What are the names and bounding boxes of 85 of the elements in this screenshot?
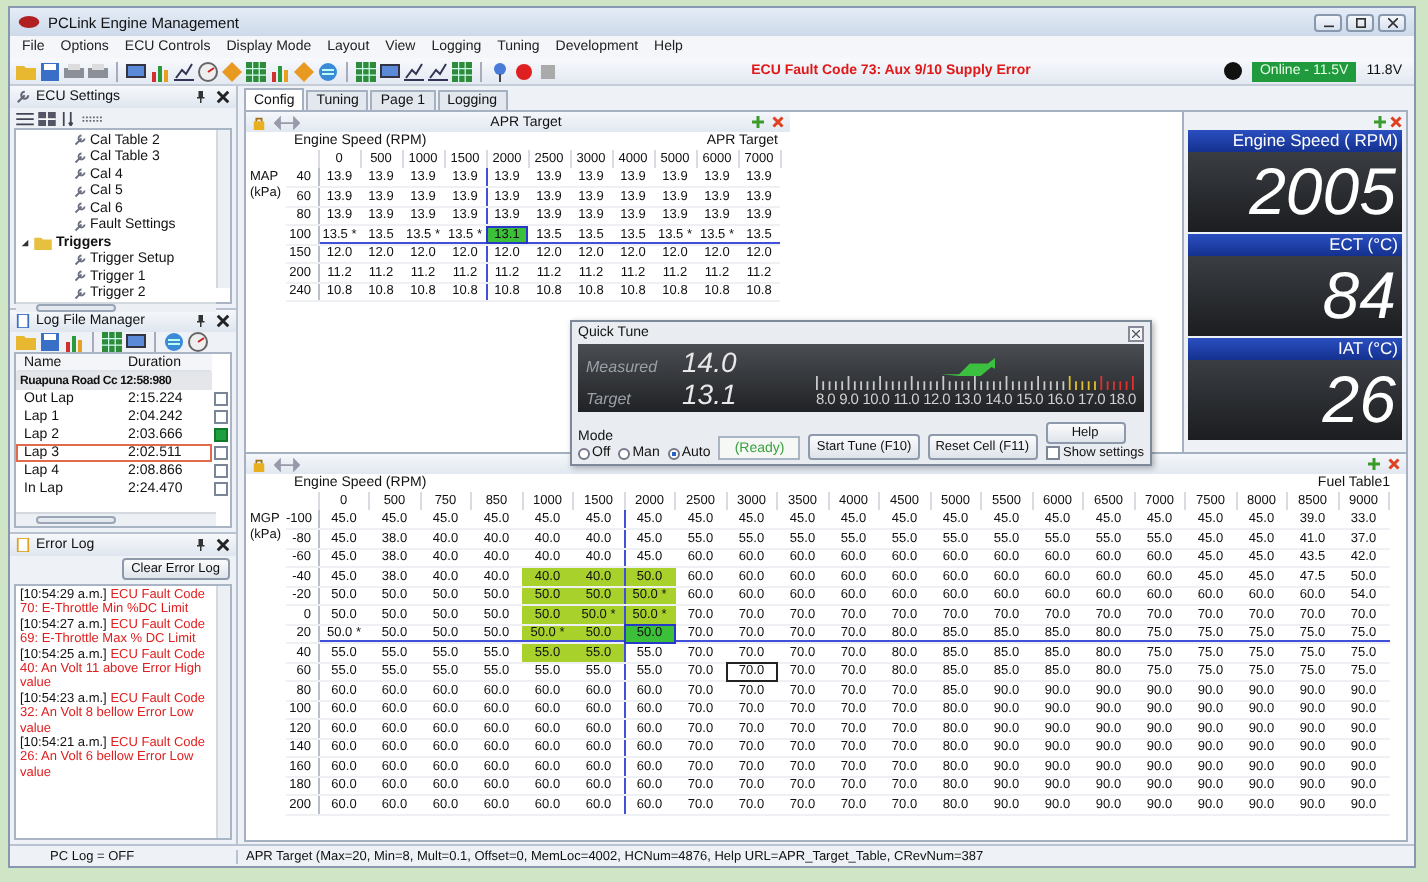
pin-icon[interactable] bbox=[194, 90, 206, 104]
printer-icon[interactable] bbox=[88, 61, 108, 81]
scrollbar[interactable] bbox=[216, 130, 230, 288]
gauge-label: Engine Speed ( RPM) bbox=[1188, 130, 1402, 152]
printer-icon[interactable] bbox=[64, 61, 84, 81]
app-logo-icon bbox=[18, 16, 40, 28]
line-chart-icon[interactable] bbox=[404, 61, 424, 81]
wrench-icon bbox=[74, 219, 86, 232]
grid-icon[interactable] bbox=[452, 61, 472, 81]
close-button[interactable] bbox=[1378, 13, 1406, 31]
maximize-button[interactable] bbox=[1346, 13, 1374, 31]
gauge-value: 84 bbox=[1188, 256, 1402, 336]
close-icon[interactable] bbox=[216, 314, 230, 328]
monitor-icon[interactable] bbox=[126, 61, 146, 81]
record-icon[interactable] bbox=[514, 61, 534, 81]
globe-icon[interactable] bbox=[318, 61, 338, 81]
checkbox[interactable] bbox=[214, 482, 228, 496]
document-icon bbox=[16, 538, 30, 552]
line-chart-icon[interactable] bbox=[174, 61, 194, 81]
step-arrow-icon bbox=[940, 358, 996, 376]
pin-icon[interactable] bbox=[194, 538, 206, 552]
grid-view-icon[interactable] bbox=[38, 111, 56, 125]
close-icon[interactable] bbox=[216, 90, 230, 104]
checkbox[interactable] bbox=[214, 464, 228, 478]
arrows-icon[interactable] bbox=[274, 115, 300, 129]
stop-icon[interactable] bbox=[538, 61, 558, 81]
sort-icon[interactable] bbox=[60, 111, 78, 125]
lock-icon[interactable] bbox=[252, 457, 266, 471]
save-icon[interactable] bbox=[40, 332, 60, 352]
gauge-label: IAT (°C) bbox=[1188, 338, 1402, 360]
target-value: 13.1 bbox=[682, 378, 737, 410]
bar-chart-icon[interactable] bbox=[270, 61, 290, 81]
collapse-arrow-icon[interactable] bbox=[20, 237, 30, 248]
monitor-icon[interactable] bbox=[126, 332, 146, 352]
close-icon[interactable] bbox=[216, 538, 230, 552]
checkbox[interactable] bbox=[214, 428, 228, 442]
wrench-icon bbox=[74, 270, 86, 283]
radio-button[interactable] bbox=[578, 447, 590, 459]
checkbox[interactable] bbox=[214, 446, 228, 460]
add-icon[interactable] bbox=[752, 116, 764, 128]
maximize-icon bbox=[1355, 17, 1365, 27]
lock-icon[interactable] bbox=[252, 115, 266, 129]
wrench-icon bbox=[74, 185, 86, 198]
globe-icon[interactable] bbox=[164, 332, 184, 352]
wrench-icon bbox=[74, 287, 86, 300]
close-icon bbox=[1387, 17, 1397, 27]
gauge-icon[interactable] bbox=[188, 332, 208, 352]
wrench-icon bbox=[74, 202, 86, 215]
line-chart-icon[interactable] bbox=[428, 61, 448, 81]
wrench-icon bbox=[16, 90, 30, 104]
bar-chart-icon[interactable] bbox=[64, 332, 84, 352]
checkbox[interactable] bbox=[214, 392, 228, 406]
scrollbar[interactable] bbox=[16, 512, 216, 526]
add-icon[interactable] bbox=[1368, 458, 1380, 470]
save-icon[interactable] bbox=[40, 61, 60, 81]
wrench-icon bbox=[74, 253, 86, 266]
wrench-icon bbox=[74, 151, 86, 164]
close-icon bbox=[1132, 329, 1140, 337]
wrench-icon bbox=[74, 134, 86, 147]
gauge-label: ECT (°C) bbox=[1188, 234, 1402, 256]
list-view-icon[interactable] bbox=[16, 111, 34, 125]
measured-value: 14.0 bbox=[682, 346, 737, 378]
grid-icon[interactable] bbox=[246, 61, 266, 81]
display-label: Measured bbox=[586, 358, 660, 376]
gauge-icon[interactable] bbox=[198, 61, 218, 81]
bar-chart-icon[interactable] bbox=[150, 61, 170, 81]
add-icon[interactable] bbox=[1374, 115, 1386, 127]
gauge-value: 2005 bbox=[1188, 152, 1402, 232]
scrollbar[interactable] bbox=[216, 586, 230, 838]
wrench-icon bbox=[74, 168, 86, 181]
close-button[interactable] bbox=[1128, 325, 1144, 341]
radio-button[interactable] bbox=[618, 447, 631, 459]
radio-button[interactable] bbox=[667, 447, 680, 459]
pin-icon[interactable] bbox=[194, 314, 206, 328]
pushpin-icon[interactable] bbox=[490, 61, 510, 81]
checkbox[interactable] bbox=[1045, 446, 1060, 460]
status-indicator bbox=[1223, 62, 1242, 80]
display-label: Target bbox=[586, 390, 633, 408]
checkbox[interactable] bbox=[214, 410, 228, 424]
arrows-icon[interactable] bbox=[274, 457, 300, 471]
grid-icon[interactable] bbox=[102, 332, 122, 352]
folder-icon bbox=[34, 235, 52, 250]
grid-icon[interactable] bbox=[356, 61, 376, 81]
gauge-value: 26 bbox=[1188, 360, 1402, 440]
monitor-icon[interactable] bbox=[380, 61, 400, 81]
